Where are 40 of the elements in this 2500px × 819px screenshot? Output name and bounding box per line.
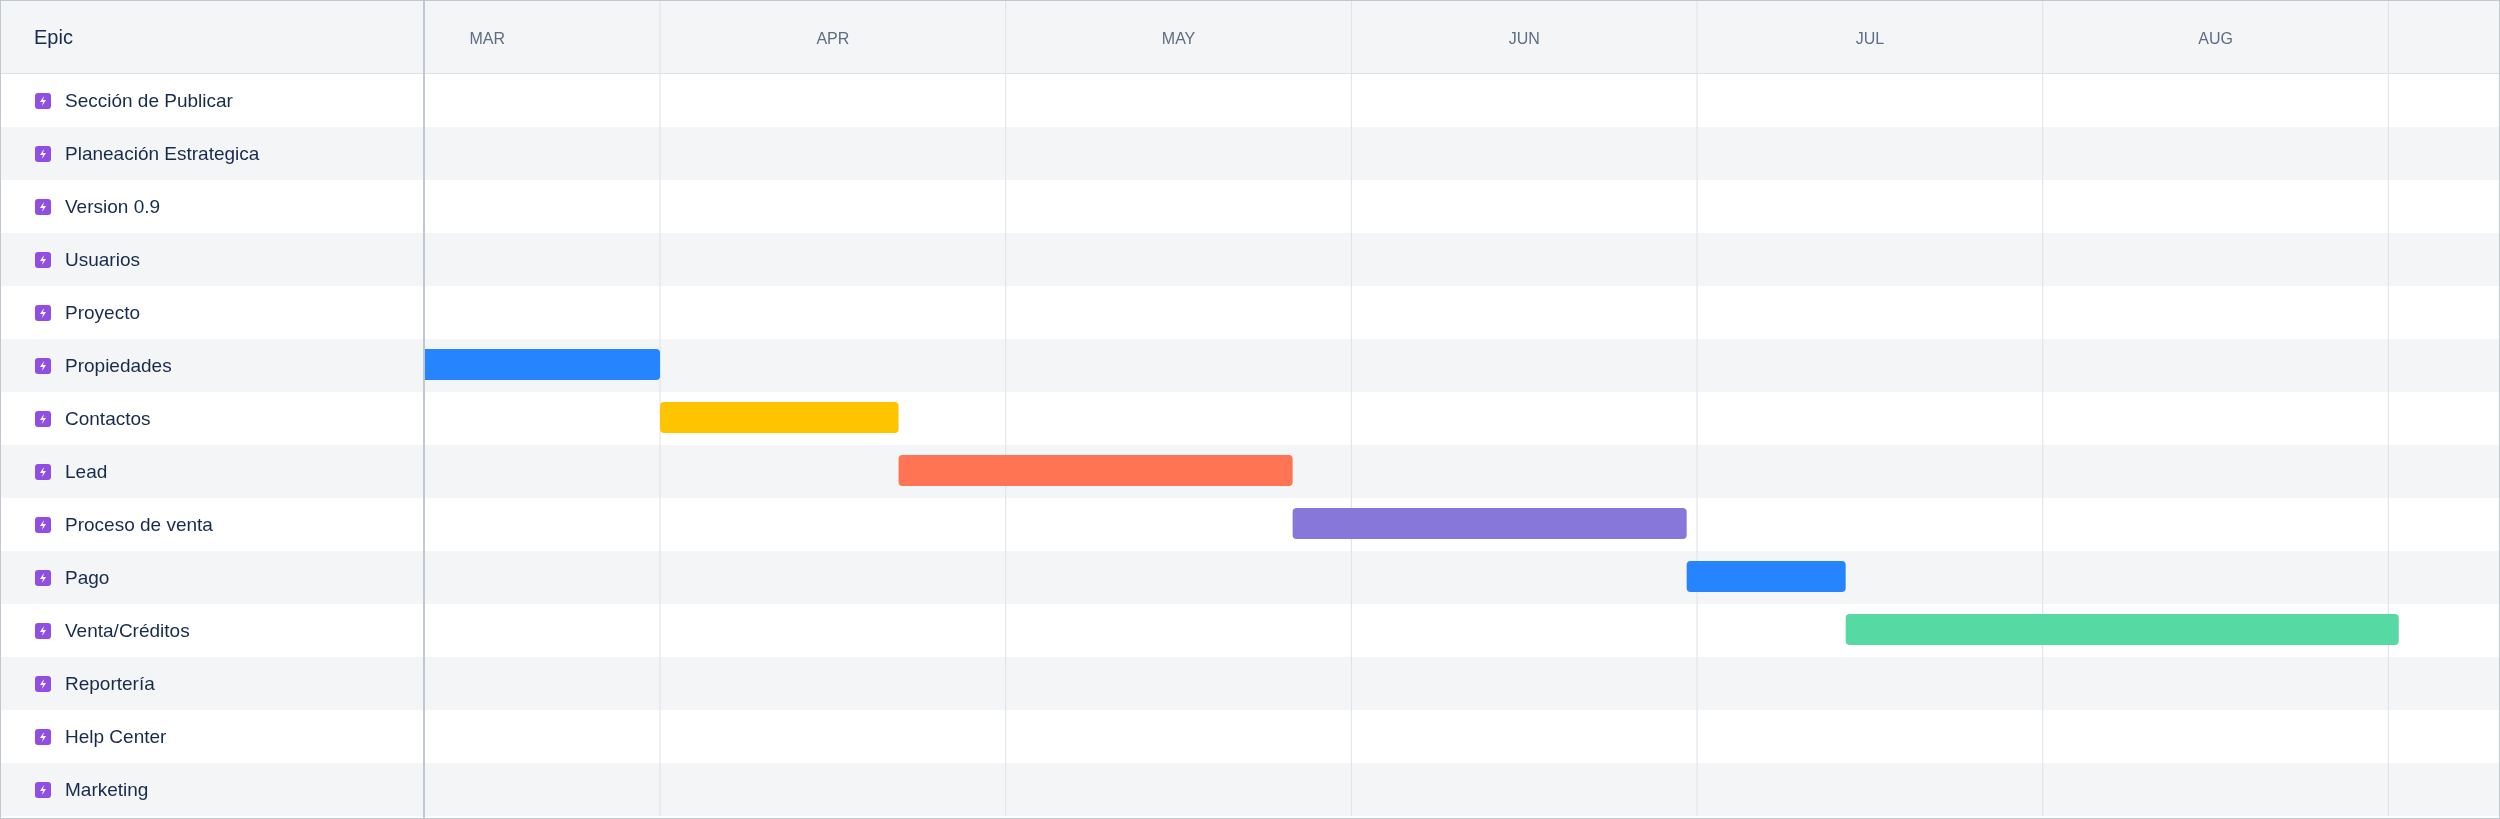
epic-name[interactable]: Pago: [65, 566, 110, 589]
epic-icon: [35, 781, 51, 798]
month-label: JUN: [1508, 29, 1540, 47]
epic-icon: [35, 251, 51, 268]
epic-name[interactable]: Proceso de venta: [65, 513, 213, 536]
month-label: MAR: [469, 29, 505, 47]
epic-icon: [35, 357, 51, 374]
epic-name[interactable]: Version 0.9: [65, 195, 161, 218]
month-label: APR: [816, 29, 850, 47]
timeline-bar[interactable]: [898, 455, 1293, 486]
epic-name[interactable]: Usuarios: [65, 248, 140, 271]
epic-name[interactable]: Help Center: [65, 725, 167, 748]
month-label: AUG: [2198, 29, 2233, 47]
epic-icon: [35, 728, 51, 745]
timeline-bar[interactable]: [1292, 508, 1687, 539]
epic-name[interactable]: Marketing: [65, 778, 149, 801]
epic-name[interactable]: Sección de Publicar: [65, 89, 233, 112]
timeline-bar[interactable]: [660, 402, 899, 433]
epic-icon: [35, 145, 51, 162]
epic-name[interactable]: Propiedades: [65, 354, 172, 377]
month-label: JUL: [1855, 29, 1885, 47]
epic-icon: [35, 569, 51, 586]
epic-icon: [35, 516, 51, 533]
epic-icon: [35, 198, 51, 215]
epic-icon: [35, 675, 51, 692]
epic-icon: [35, 622, 51, 639]
epic-name[interactable]: Contactos: [65, 407, 151, 430]
epic-icon: [35, 463, 51, 480]
epic-name[interactable]: Lead: [65, 460, 108, 483]
epic-icon: [35, 410, 51, 427]
timeline-bar[interactable]: [1845, 614, 2399, 645]
timeline-bar[interactable]: [425, 349, 661, 380]
month-label: MAY: [1161, 29, 1196, 47]
epic-name[interactable]: Proyecto: [65, 301, 140, 324]
epic-icon: [35, 92, 51, 109]
column-header: Epic: [34, 25, 73, 49]
epic-icon: [35, 304, 51, 321]
timeline-bar[interactable]: [1686, 561, 1846, 592]
epic-name[interactable]: Reportería: [65, 672, 155, 695]
epic-name[interactable]: Venta/Créditos: [65, 619, 190, 642]
